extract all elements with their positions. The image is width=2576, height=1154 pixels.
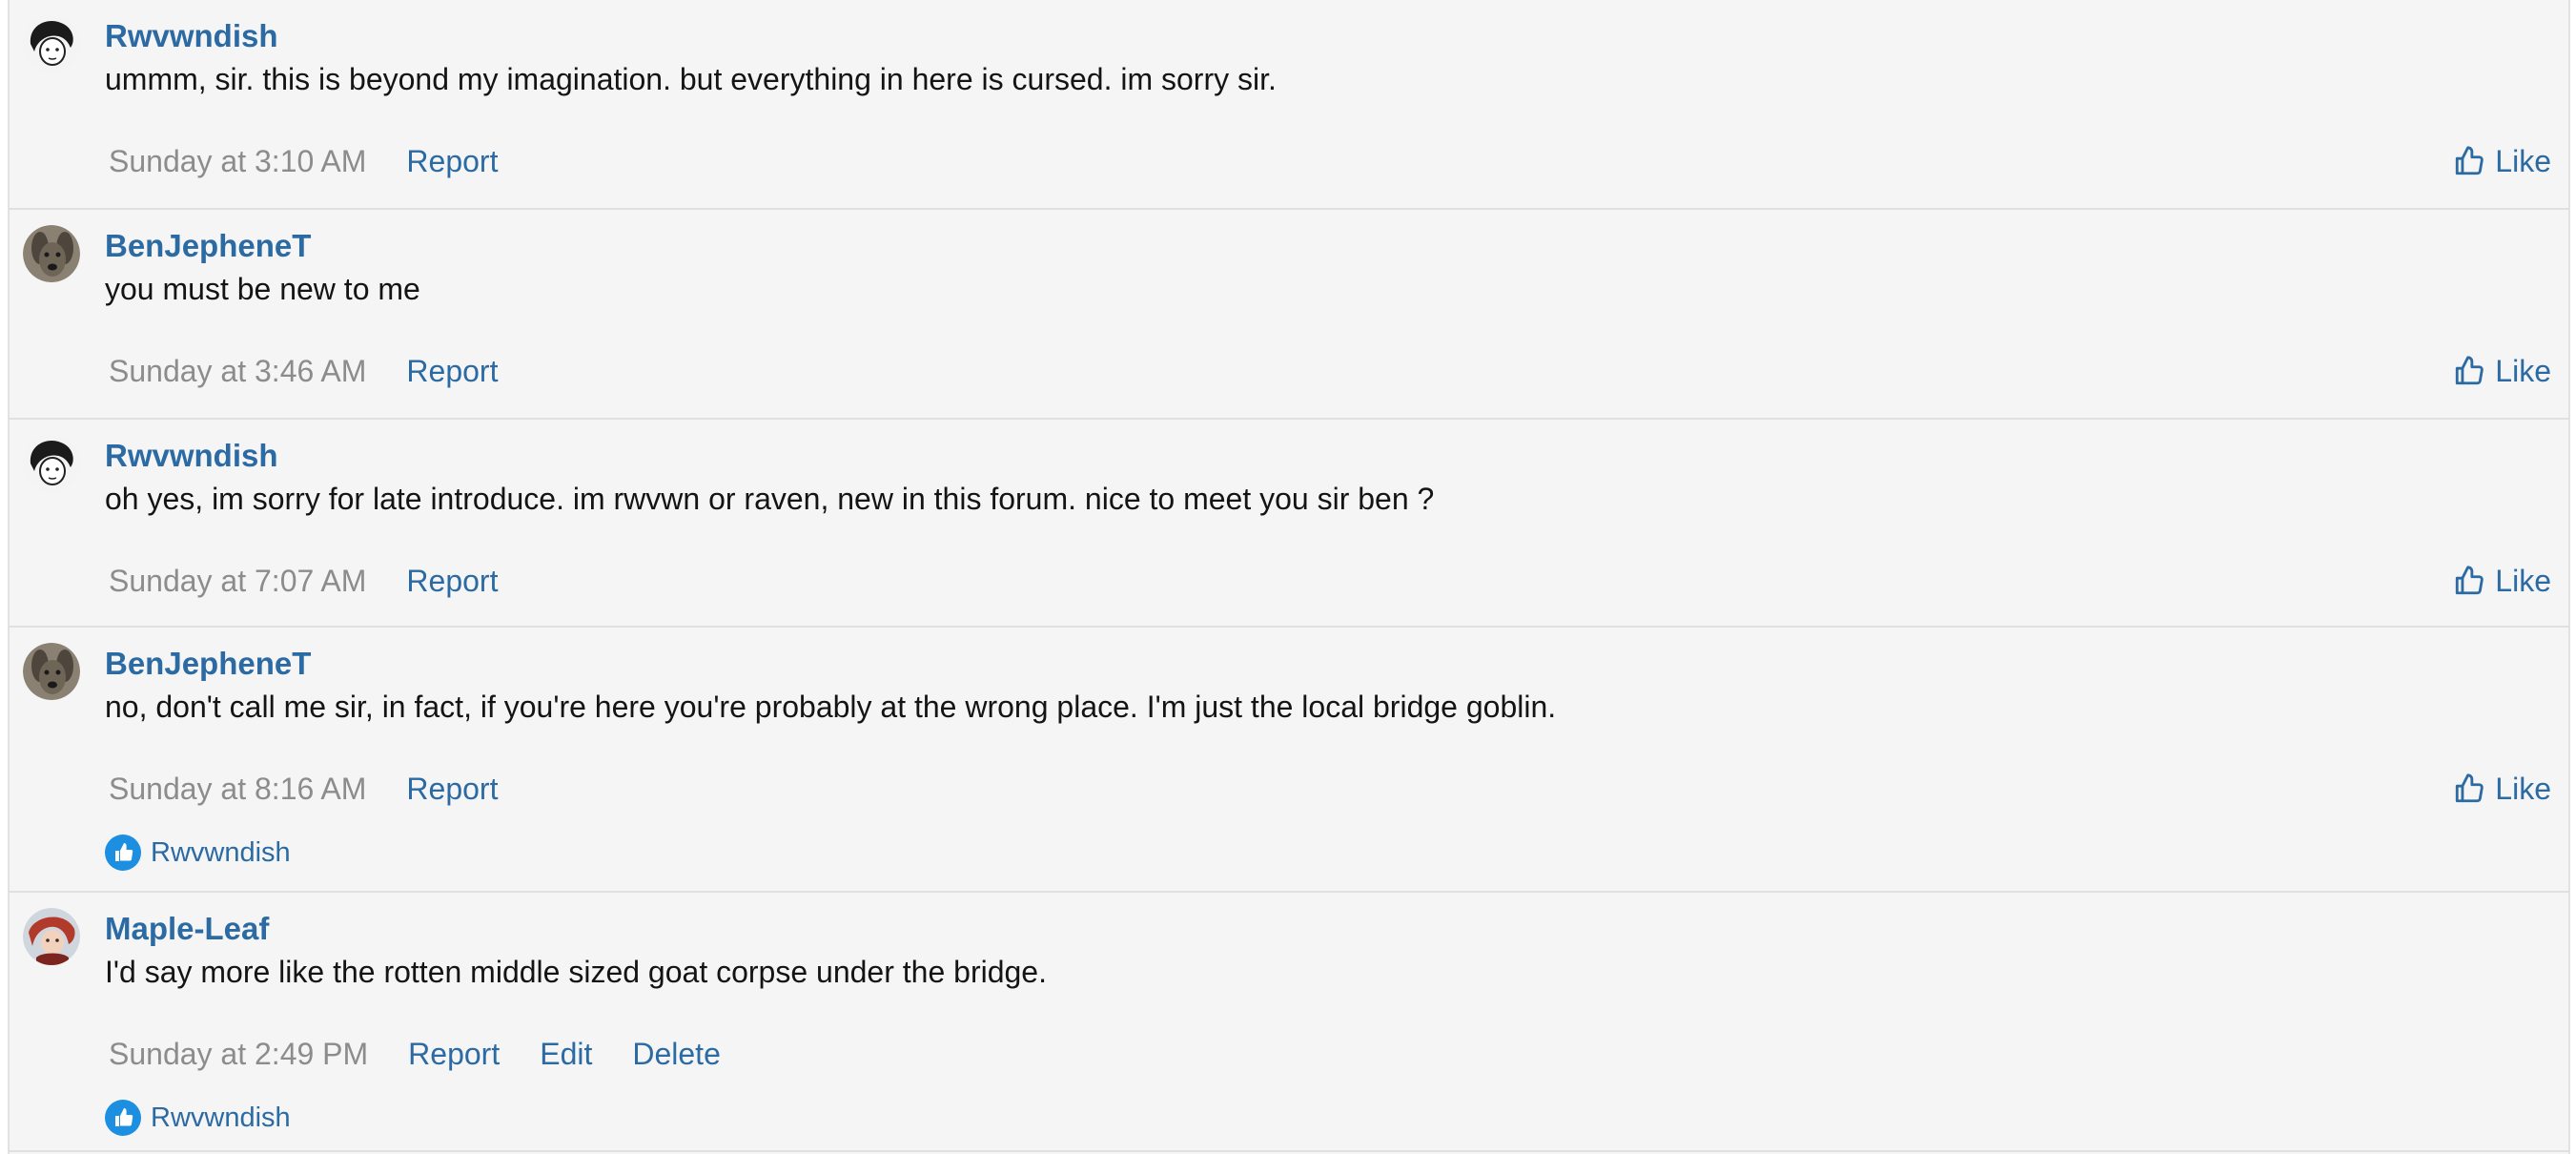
avatar[interactable] [23,225,80,282]
comment-item: Rwvwndish ummm, sir. this is beyond my i… [10,0,2568,210]
username-link[interactable]: Rwvwndish [105,437,278,475]
username-link[interactable]: Rwvwndish [105,17,278,55]
comment-timestamp[interactable]: Sunday at 8:16 AM [109,772,366,807]
reaction-user-link[interactable]: Rwvwndish [151,837,291,869]
comment-timestamp[interactable]: Sunday at 3:10 AM [109,144,366,179]
comment-meta: Sunday at 7:07 AM Report [109,560,538,602]
avatar[interactable] [23,908,80,965]
thumbs-up-reaction-icon [105,1100,141,1136]
comment-timestamp[interactable]: Sunday at 3:46 AM [109,354,366,389]
delete-link[interactable]: Delete [632,1037,721,1072]
comment-item: Rwvwndish oh yes, im sorry for late intr… [10,420,2568,628]
comment-message: I'd say more like the rotten middle size… [105,955,1047,989]
report-link[interactable]: Report [406,564,498,599]
thumbs-up-icon [2453,355,2485,387]
avatar[interactable] [23,435,80,492]
comment-timestamp[interactable]: Sunday at 7:07 AM [109,564,366,599]
thumbs-up-icon [2453,145,2485,177]
like-label: Like [2495,563,2551,598]
like-button[interactable]: Like [2453,560,2551,602]
comment-item: BenJepheneT you must be new to me Sunday… [10,210,2568,420]
report-link[interactable]: Report [408,1037,500,1072]
thumbs-up-reaction-icon [105,835,141,871]
like-button[interactable]: Like [2453,140,2551,182]
like-label: Like [2495,771,2551,806]
report-link[interactable]: Report [406,772,498,807]
reactions-bar: Rwvwndish [105,834,291,872]
comment-item: BenJepheneT no, don't call me sir, in fa… [10,628,2568,893]
reactions-bar: Rwvwndish [105,1099,291,1137]
avatar[interactable] [23,643,80,700]
username-link[interactable]: Maple-Leaf [105,910,269,948]
report-link[interactable]: Report [406,144,498,179]
like-button[interactable]: Like [2453,768,2551,810]
comment-meta: Sunday at 3:46 AM Report [109,350,538,392]
reaction-user-link[interactable]: Rwvwndish [151,1102,291,1134]
avatar[interactable] [23,15,80,72]
like-label: Like [2495,353,2551,388]
like-label: Like [2495,143,2551,178]
edit-link[interactable]: Edit [540,1037,592,1072]
like-button[interactable]: Like [2453,350,2551,392]
comment-message: you must be new to me [105,272,420,306]
comment-thread: Rwvwndish ummm, sir. this is beyond my i… [8,0,2570,1154]
thumbs-up-icon [2453,773,2485,805]
report-link[interactable]: Report [406,354,498,389]
comment-message: no, don't call me sir, in fact, if you'r… [105,690,1557,724]
comment-item: Maple-Leaf I'd say more like the rotten … [10,893,2568,1152]
thumbs-up-icon [2453,565,2485,597]
comment-meta: Sunday at 8:16 AM Report [109,768,538,810]
comment-meta: Sunday at 2:49 PM Report Edit Delete [109,1033,761,1075]
comment-message: oh yes, im sorry for late introduce. im … [105,482,1435,516]
comment-timestamp[interactable]: Sunday at 2:49 PM [109,1037,368,1072]
comment-meta: Sunday at 3:10 AM Report [109,140,538,182]
comment-message: ummm, sir. this is beyond my imagination… [105,62,1277,96]
username-link[interactable]: BenJepheneT [105,227,311,265]
username-link[interactable]: BenJepheneT [105,645,311,683]
